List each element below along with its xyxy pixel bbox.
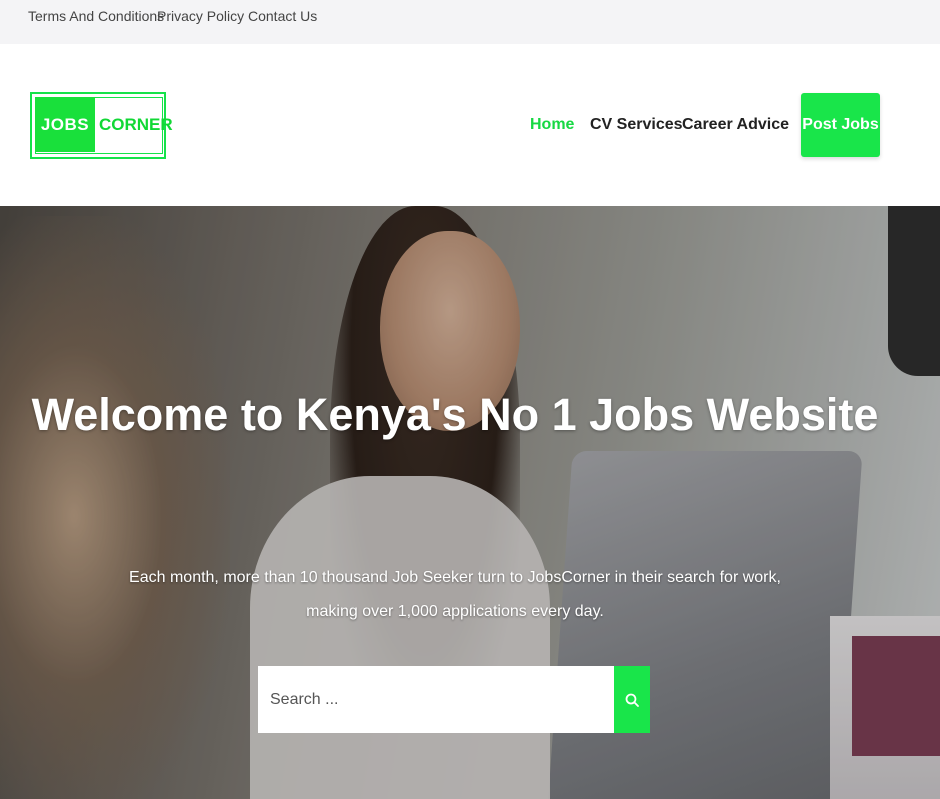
- hero-title: Welcome to Kenya's No 1 Jobs Website: [31, 389, 879, 440]
- logo-jobs-text: JOBS: [35, 97, 95, 152]
- logo-corner-text: CORNER: [99, 115, 173, 134]
- privacy-link[interactable]: Privacy Policy: [157, 8, 244, 24]
- terms-link[interactable]: Terms And Conditions: [28, 8, 164, 24]
- site-header: JOBS CORNER Home CV Services Career Advi…: [0, 44, 940, 206]
- nav-career-advice[interactable]: Career Advice: [682, 116, 789, 134]
- hero-subtitle: Each month, more than 10 thousand Job Se…: [0, 561, 910, 629]
- site-logo[interactable]: JOBS CORNER: [30, 92, 173, 159]
- top-bar: Terms And Conditions Privacy Policy Cont…: [0, 0, 940, 44]
- nav-home[interactable]: Home: [530, 116, 574, 134]
- hero-subtitle-line2: making over 1,000 applications every day…: [306, 603, 604, 620]
- search-bar: [258, 666, 650, 733]
- search-icon: [625, 693, 639, 707]
- contact-link[interactable]: Contact Us: [248, 8, 317, 24]
- post-jobs-button[interactable]: Post Jobs: [801, 93, 880, 157]
- search-input[interactable]: [258, 666, 614, 733]
- nav-cv-services[interactable]: CV Services: [590, 116, 683, 134]
- search-button[interactable]: [614, 666, 650, 733]
- hero-banner: Welcome to Kenya's No 1 Jobs Website Eac…: [0, 206, 940, 799]
- hero-subtitle-line1: Each month, more than 10 thousand Job Se…: [129, 569, 781, 586]
